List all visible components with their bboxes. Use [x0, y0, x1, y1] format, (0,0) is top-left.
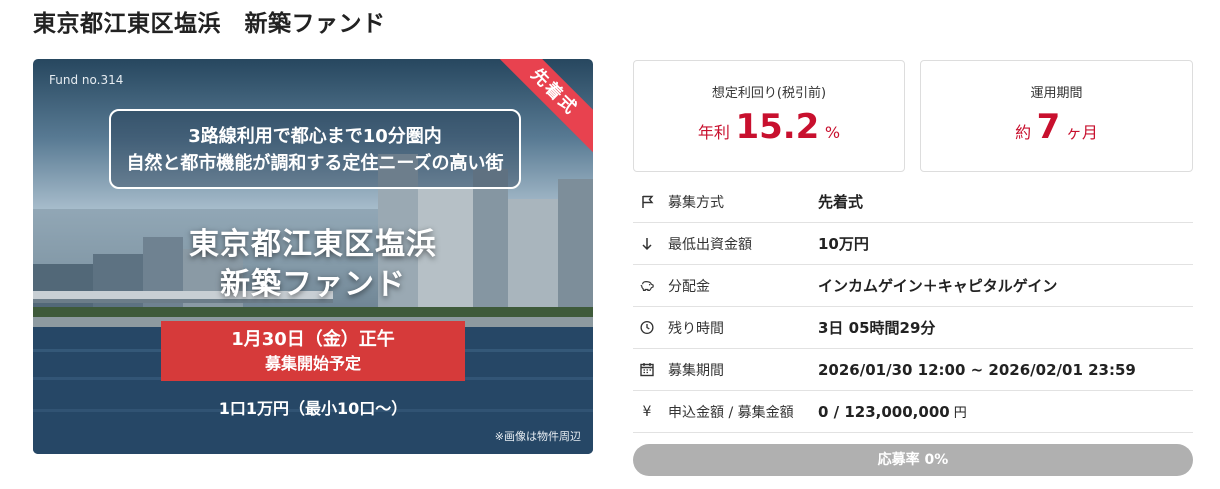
info-row-method: 募集方式 先着式	[633, 181, 1193, 223]
start-date-banner: 1月30日（金）正午 募集開始予定	[161, 321, 465, 381]
page-title: 東京都江東区塩浜 新築ファンド	[33, 11, 386, 37]
yen-icon: ¥	[642, 403, 652, 420]
fund-hero-image: Fund no.314 先着式 3路線利用で都心まで10分圏内 自然と都市機能が…	[33, 59, 593, 454]
info-row-amount: ¥ 申込金額 / 募集金額 0 / 123,000,000 円	[633, 391, 1193, 433]
info-value: 2026/01/30 12:00 ~ 2026/02/01 23:59	[818, 360, 1136, 379]
info-value: 10万円	[818, 235, 869, 253]
info-value: 0 / 123,000,000 円	[818, 402, 967, 421]
yield-prefix: 年利	[697, 123, 730, 142]
period-label: 運用期間	[1030, 86, 1083, 101]
application-rate-label: 応募率 0%	[877, 452, 949, 468]
tagline-line1: 3路線利用で都心まで10分圏内	[188, 126, 442, 147]
info-label: 募集期間	[668, 362, 724, 379]
amount-value: 0 / 123,000,000	[818, 403, 950, 421]
hero-title-line1: 東京都江東区塩浜	[189, 227, 437, 262]
info-row-distribution: 分配金 インカムゲイン＋キャピタルゲイン	[633, 265, 1193, 307]
unit-price-text: 1口1万円（最小10口〜）	[218, 399, 408, 418]
info-label: 分配金	[668, 278, 710, 295]
info-row-period: 募集期間 2026/01/30 12:00 ~ 2026/02/01 23:59	[633, 349, 1193, 391]
flag-icon	[640, 194, 654, 210]
clock-icon	[640, 320, 654, 336]
info-label: 残り時間	[668, 320, 724, 337]
info-row-remaining: 残り時間 3日 05時間29分	[633, 307, 1193, 349]
info-label: 申込金額 / 募集金額	[668, 404, 794, 421]
tagline-line2: 自然と都市機能が調和する定住ニーズの高い街	[126, 153, 504, 174]
yield-value: 年利 15.2 %	[634, 107, 904, 147]
start-date-note: 募集開始予定	[264, 354, 361, 373]
yield-suffix: %	[824, 123, 841, 142]
info-row-minimum: 最低出資金額 10万円	[633, 223, 1193, 265]
period-suffix: ヶ月	[1065, 123, 1098, 142]
hero-title-line2: 新築ファンド	[220, 267, 406, 302]
application-rate-bar: 応募率 0%	[633, 444, 1193, 476]
yield-label: 想定利回り(税引前)	[711, 86, 827, 101]
period-value: 約 7 ヶ月	[921, 107, 1192, 147]
piggy-bank-icon	[640, 278, 654, 294]
info-value: インカムゲイン＋キャピタルゲイン	[818, 277, 1058, 295]
fund-info-list: 募集方式 先着式 最低出資金額 10万円 分配金 インカムゲイン＋キャピタルゲイ…	[633, 181, 1193, 433]
tagline-box: 3路線利用で都心まで10分圏内 自然と都市機能が調和する定住ニーズの高い街	[109, 109, 521, 189]
fund-number: Fund no.314	[49, 73, 124, 87]
hero-title: 東京都江東区塩浜 新築ファンド	[33, 225, 593, 305]
amount-unit: 円	[953, 406, 967, 421]
info-value: 先着式	[818, 193, 864, 211]
photo-note: ※画像は物件周辺	[494, 430, 581, 443]
calendar-icon	[640, 362, 654, 378]
arrow-down-icon	[640, 236, 654, 252]
expected-yield-card: 想定利回り(税引前) 年利 15.2 %	[633, 60, 905, 172]
start-date: 1月30日（金）正午	[231, 329, 395, 350]
info-label: 最低出資金額	[668, 236, 752, 253]
period-number: 7	[1036, 107, 1061, 147]
period-prefix: 約	[1015, 123, 1032, 142]
yield-number: 15.2	[735, 107, 820, 147]
operation-period-card: 運用期間 約 7 ヶ月	[920, 60, 1193, 172]
info-value: 3日 05時間29分	[818, 319, 936, 337]
info-label: 募集方式	[668, 194, 724, 211]
